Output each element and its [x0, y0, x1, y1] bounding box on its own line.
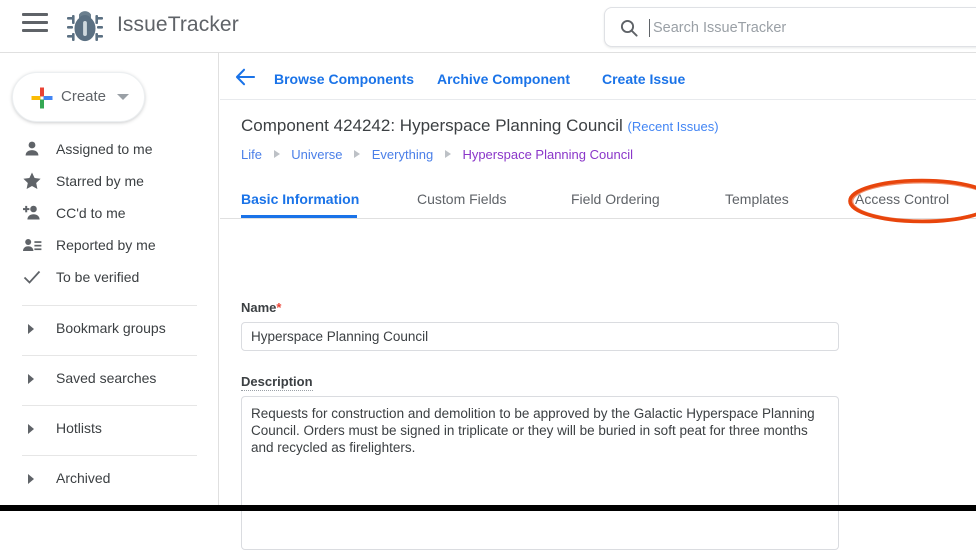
person-list-icon [22, 235, 42, 255]
active-tab-underline [241, 215, 357, 218]
sidebar: Create Assigned to me Starred by me C [0, 53, 219, 505]
recent-issues-link[interactable]: (Recent Issues) [628, 119, 719, 134]
search-icon [619, 18, 639, 38]
breadcrumb-separator-icon [354, 150, 360, 158]
sidebar-divider [22, 355, 197, 356]
breadcrumb-item-life[interactable]: Life [241, 147, 262, 162]
sidebar-item-to-be-verified[interactable]: To be verified [22, 264, 219, 296]
arrow-left-icon[interactable] [234, 65, 258, 89]
star-icon [22, 171, 42, 191]
description-textarea[interactable]: Requests for construction and demolition… [241, 396, 839, 550]
name-field-label: Name* [241, 300, 281, 315]
sidebar-group-bookmark-groups[interactable]: Bookmark groups [22, 314, 219, 347]
hamburger-bar [22, 29, 48, 32]
create-button-label: Create [61, 88, 106, 105]
app-header: IssueTracker [0, 0, 976, 53]
bottom-bar [0, 505, 976, 511]
breadcrumb-item-everything[interactable]: Everything [372, 147, 433, 162]
page-title: Component 424242: Hyperspace Planning Co… [241, 116, 719, 136]
tab-custom-fields[interactable]: Custom Fields [417, 191, 506, 207]
archive-component-link[interactable]: Archive Component [437, 71, 570, 87]
create-issue-link[interactable]: Create Issue [602, 71, 685, 87]
sidebar-item-label: To be verified [56, 269, 139, 285]
sidebar-item-label: CC'd to me [56, 205, 126, 221]
sidebar-item-starred-by-me[interactable]: Starred by me [22, 168, 219, 200]
sidebar-divider [22, 405, 197, 406]
breadcrumb-item-current[interactable]: Hyperspace Planning Council [462, 147, 633, 162]
bug-logo-icon [64, 9, 106, 47]
search-input[interactable] [651, 8, 976, 48]
sidebar-divider [22, 455, 197, 456]
sidebar-group-hotlists[interactable]: Hotlists [22, 414, 219, 447]
required-marker: * [276, 300, 281, 315]
name-label-text: Name [241, 300, 276, 315]
check-icon [22, 267, 42, 287]
hamburger-bar [22, 13, 48, 16]
breadcrumb-separator-icon [274, 150, 280, 158]
tab-field-ordering[interactable]: Field Ordering [571, 191, 660, 207]
sidebar-group-label: Hotlists [56, 420, 102, 436]
colored-plus-icon [31, 87, 53, 109]
sidebar-group-archived[interactable]: Archived [22, 464, 219, 497]
sidebar-item-reported-by-me[interactable]: Reported by me [22, 232, 219, 264]
sidebar-item-label: Assigned to me [56, 141, 153, 157]
sidebar-quick-links: Assigned to me Starred by me CC'd to me [0, 136, 219, 296]
search-bar[interactable] [604, 7, 976, 47]
sidebar-item-label: Starred by me [56, 173, 144, 189]
breadcrumb-separator-icon [445, 150, 451, 158]
triangle-right-icon [28, 424, 34, 434]
name-input[interactable] [241, 322, 839, 351]
hamburger-bar [22, 21, 48, 24]
triangle-right-icon [28, 374, 34, 384]
browse-components-link[interactable]: Browse Components [274, 71, 414, 87]
tab-basic-information[interactable]: Basic Information [241, 191, 359, 207]
tab-templates[interactable]: Templates [725, 191, 789, 207]
create-button[interactable]: Create [12, 72, 145, 122]
brand-title: IssueTracker [117, 13, 239, 37]
action-bar: Browse Components Archive Component Crea… [220, 53, 976, 100]
sidebar-groups: Bookmark groups Saved searches Hotlists … [0, 297, 219, 514]
chevron-down-icon[interactable] [117, 94, 129, 100]
breadcrumb-item-universe[interactable]: Universe [291, 147, 342, 162]
sidebar-item-assigned-to-me[interactable]: Assigned to me [22, 136, 219, 168]
sidebar-group-label: Archived [56, 470, 110, 486]
sidebar-divider [22, 305, 197, 306]
person-icon [22, 139, 42, 159]
main-content: Browse Components Archive Component Crea… [220, 53, 976, 505]
sidebar-group-label: Saved searches [56, 370, 156, 386]
search-text-caret [649, 19, 650, 37]
sidebar-item-label: Reported by me [56, 237, 156, 253]
hamburger-menu-icon[interactable] [22, 13, 50, 39]
breadcrumb: Life Universe Everything Hyperspace Plan… [241, 147, 633, 162]
tab-access-control[interactable]: Access Control [855, 191, 949, 207]
triangle-right-icon [28, 474, 34, 484]
person-add-icon [22, 203, 42, 223]
tab-bar: Basic Information Custom Fields Field Or… [220, 183, 976, 219]
triangle-right-icon [28, 324, 34, 334]
page-title-text: Component 424242: Hyperspace Planning Co… [241, 116, 623, 135]
sidebar-group-saved-searches[interactable]: Saved searches [22, 364, 219, 397]
sidebar-item-ccd-to-me[interactable]: CC'd to me [22, 200, 219, 232]
sidebar-group-label: Bookmark groups [56, 320, 166, 336]
description-field-label: Description [241, 374, 313, 391]
